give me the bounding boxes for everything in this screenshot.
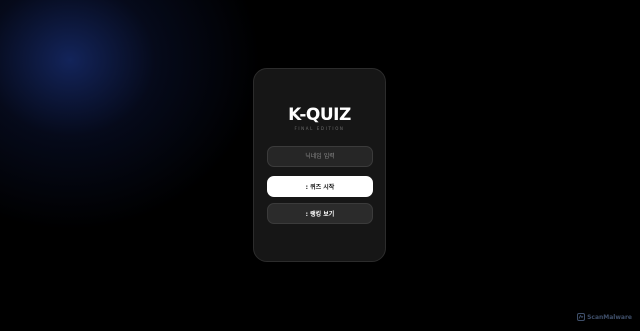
nickname-input[interactable] [267,146,373,167]
start-quiz-button[interactable]: : 퀴즈 시작 [267,176,373,197]
start-quiz-label: : 퀴즈 시작 [305,184,335,191]
app-title: K-QUIZ [288,105,351,125]
scanmalware-logo-icon [577,313,586,321]
view-ranking-button[interactable]: : 랭킹 보기 [267,203,373,224]
view-ranking-label: : 랭킹 보기 [305,211,335,218]
app-subtitle: FINAL EDITION [294,126,345,131]
watermark-text: ScanMalware [587,313,632,321]
login-card: K-QUIZ FINAL EDITION : 퀴즈 시작 : 랭킹 보기 [253,68,386,262]
watermark: ScanMalware [577,313,632,321]
